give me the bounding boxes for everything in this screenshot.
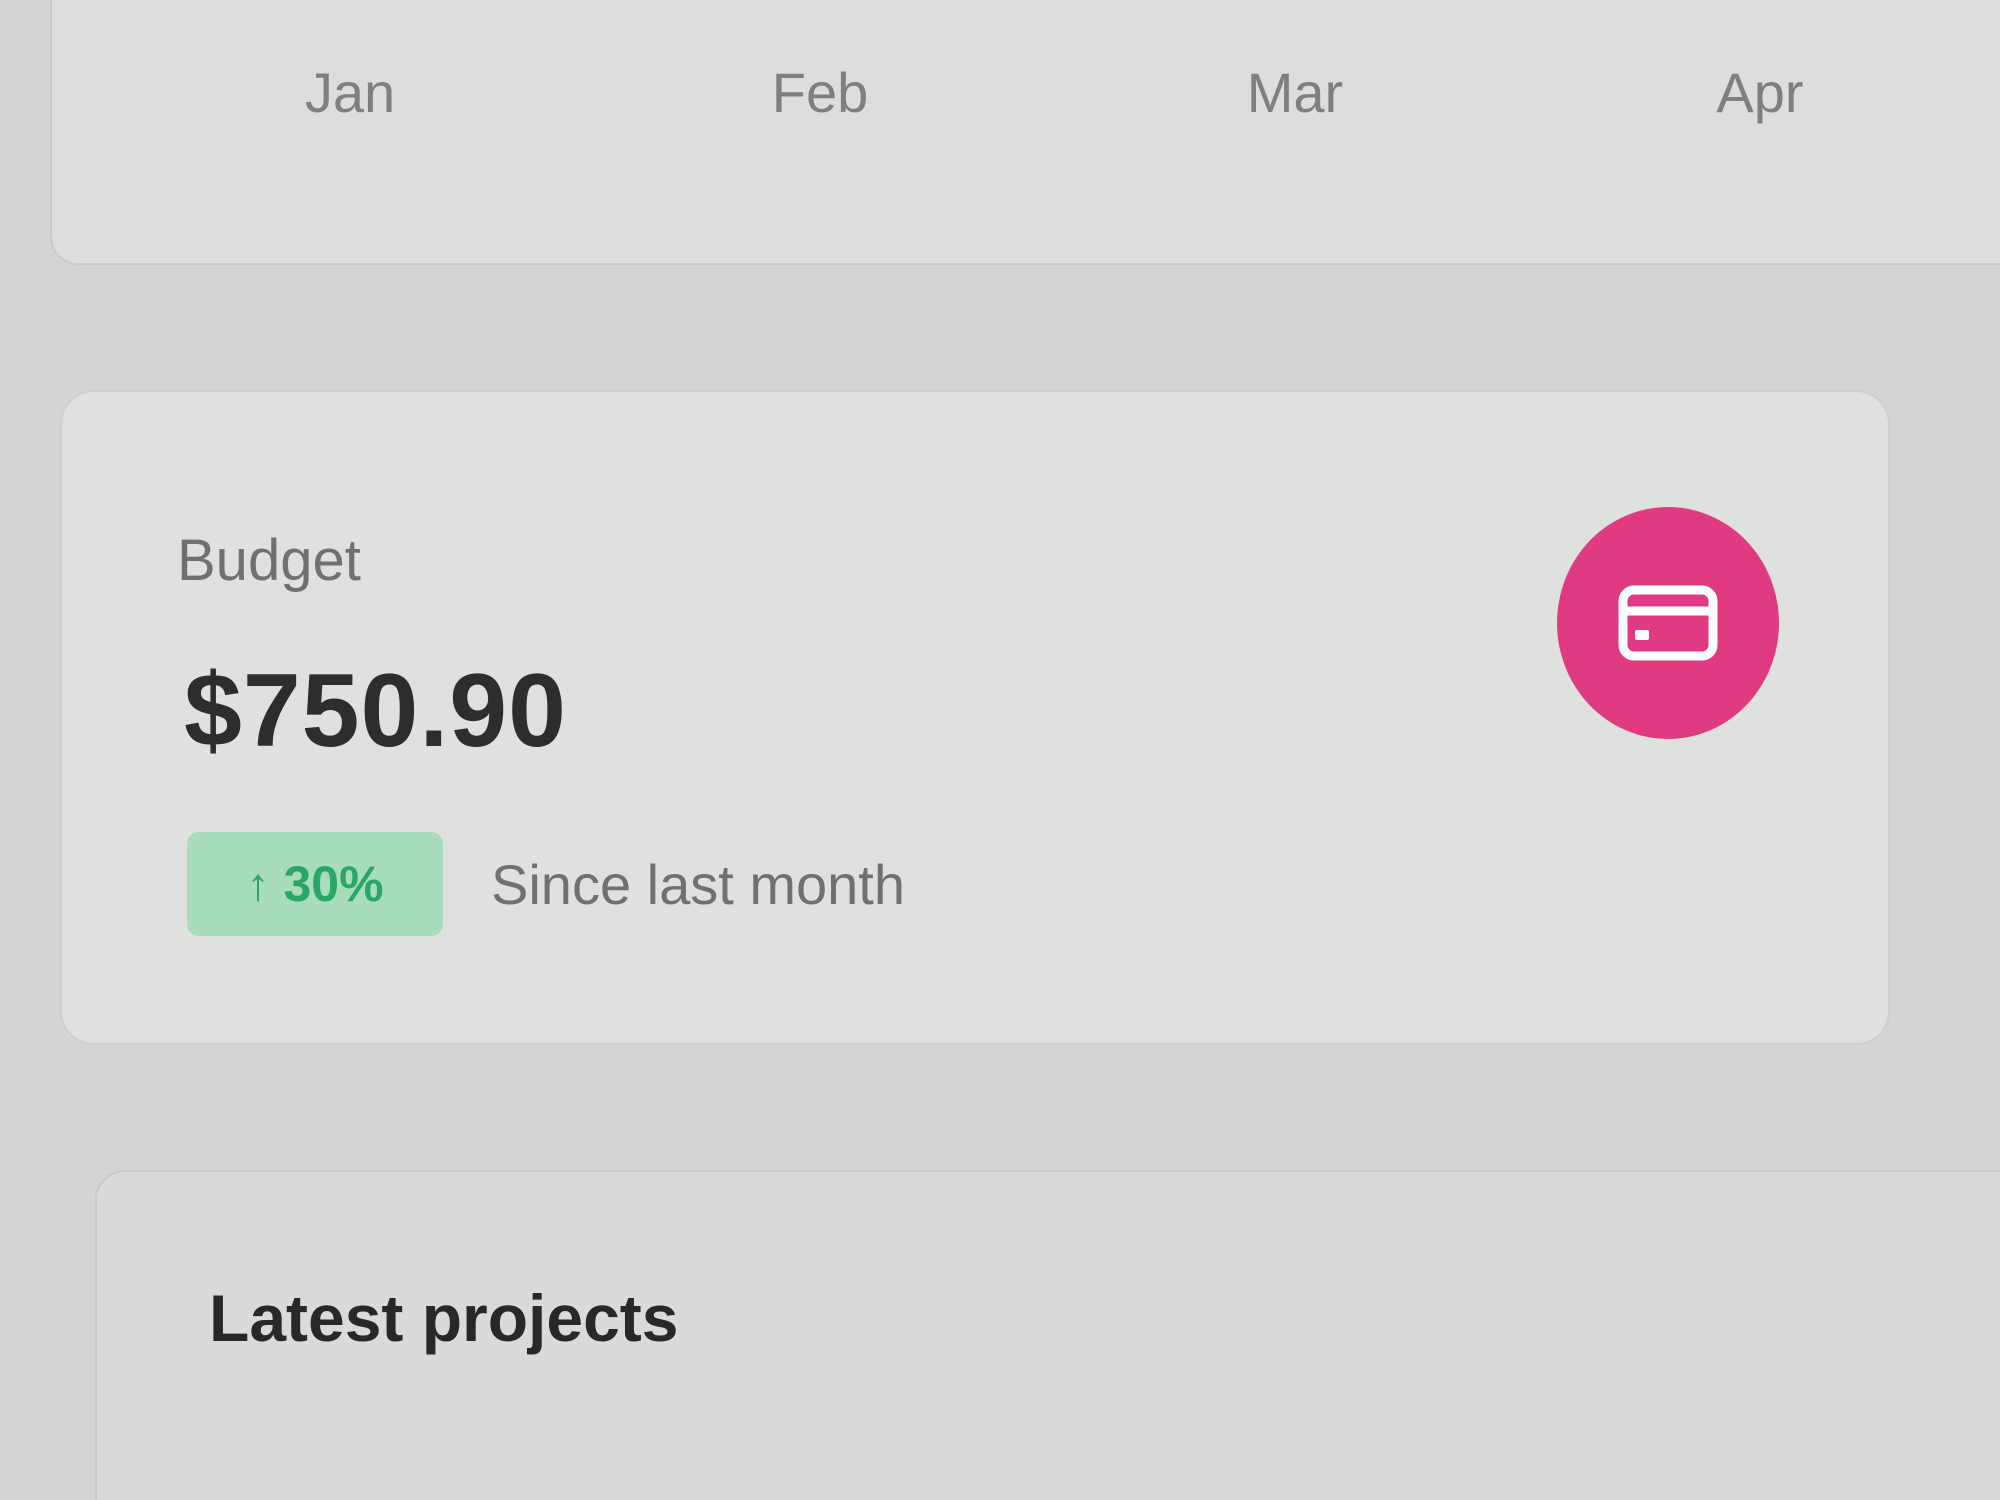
budget-title: Budget	[177, 528, 361, 593]
budget-card: Budget $750.90 ↑ 30% Since last month	[60, 390, 1890, 1045]
chart-x-axis: Jan Feb Mar Apr	[0, 60, 2000, 140]
credit-card-icon-glyph	[1618, 585, 1718, 661]
x-tick-label: Mar	[1246, 61, 1344, 124]
change-badge: ↑ 30%	[187, 832, 443, 936]
latest-projects-title: Latest projects	[209, 1281, 679, 1355]
x-tick-label: Feb	[771, 61, 869, 124]
change-caption: Since last month	[491, 852, 905, 916]
arrow-up-icon: ↑	[246, 858, 270, 910]
budget-value: $750.90	[184, 653, 567, 769]
x-tick-label: Jan	[304, 61, 396, 124]
change-row: ↑ 30% Since last month	[187, 832, 905, 936]
latest-projects-card: Latest projects	[95, 1170, 2000, 1500]
x-tick-label: Apr	[1716, 61, 1804, 124]
change-percent: 30%	[283, 856, 384, 912]
credit-card-icon	[1557, 507, 1779, 739]
